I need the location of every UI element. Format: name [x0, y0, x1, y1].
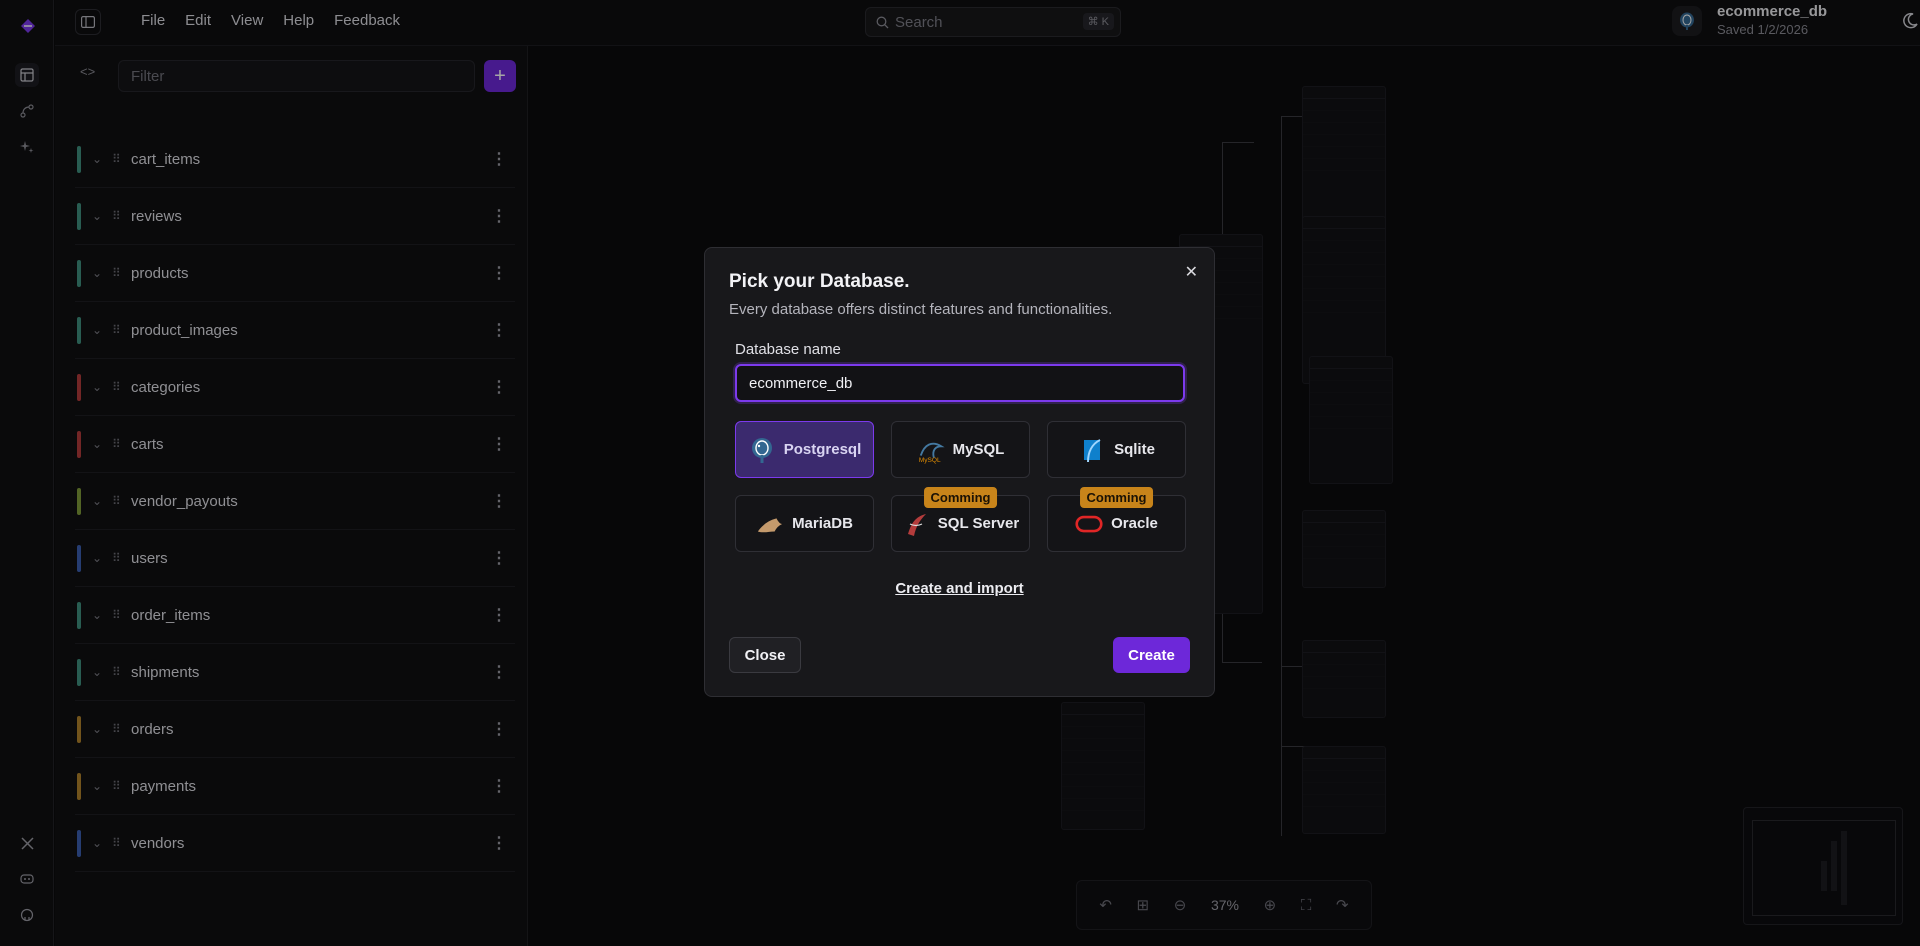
db-option-oracle[interactable]: Comming Oracle — [1047, 487, 1186, 552]
sqlserver-icon — [902, 510, 930, 538]
create-button[interactable]: Create — [1113, 637, 1190, 673]
dialog-title: Pick your Database. — [729, 271, 910, 292]
db-option-mariadb[interactable]: MariaDB — [735, 495, 874, 552]
close-icon[interactable]: ✕ — [1185, 262, 1198, 282]
db-option-label: MySQL — [952, 441, 1005, 458]
database-name-input[interactable] — [735, 364, 1185, 402]
svg-text:MySQL: MySQL — [919, 457, 941, 464]
db-option-mysql[interactable]: MySQL MySQL — [891, 421, 1030, 478]
db-option-label: Postgresql — [783, 441, 862, 458]
db-option-label: Oracle — [1111, 515, 1158, 532]
db-option-sql-server[interactable]: Comming SQL Server — [891, 487, 1030, 552]
dialog-subtitle: Every database offers distinct features … — [729, 301, 1113, 318]
postgresql-icon — [748, 436, 776, 464]
db-option-label: MariaDB — [792, 515, 853, 532]
create-and-import-link[interactable]: Create and import — [705, 580, 1214, 597]
oracle-icon — [1075, 510, 1103, 538]
coming-soon-badge: Comming — [923, 487, 998, 508]
database-name-label: Database name — [735, 341, 841, 358]
db-option-sqlite[interactable]: Sqlite — [1047, 421, 1186, 478]
db-option-label: SQL Server — [937, 515, 1020, 532]
close-button[interactable]: Close — [729, 637, 801, 673]
mariadb-icon — [756, 510, 784, 538]
pick-database-dialog: ✕ Pick your Database. Every database off… — [704, 247, 1215, 697]
database-options: Postgresql MySQL MySQL Sqlite MariaDB Comming… — [735, 421, 1186, 552]
sqlite-icon — [1078, 436, 1106, 464]
db-option-postgresql[interactable]: Postgresql — [735, 421, 874, 478]
coming-soon-badge: Comming — [1079, 487, 1154, 508]
mysql-icon: MySQL — [917, 436, 945, 464]
db-option-label: Sqlite — [1114, 441, 1155, 458]
